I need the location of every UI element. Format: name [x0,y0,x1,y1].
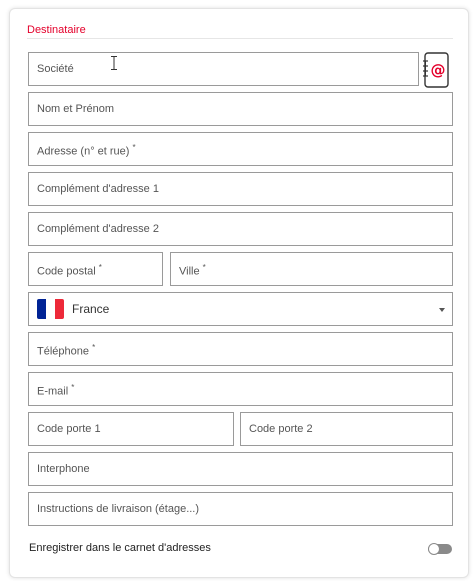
door-code-1-placeholder: Code porte 1 [37,423,101,435]
country-selected-value: France [72,302,110,316]
phone-placeholder: Téléphone * [37,343,96,358]
france-flag-icon [37,299,64,319]
toggle-knob [428,543,440,555]
address-complement-2-input[interactable]: Complément d'adresse 2 [28,212,453,246]
email-placeholder: E-mail * [37,383,75,398]
intercom-placeholder: Interphone [37,463,90,475]
intercom-input[interactable]: Interphone [28,452,453,486]
company-input[interactable]: Société [28,52,419,86]
door-code-2-placeholder: Code porte 2 [249,423,313,435]
address-complement-2-placeholder: Complément d'adresse 2 [37,223,159,235]
postal-code-input[interactable]: Code postal * [28,252,163,286]
section-divider [27,38,453,39]
city-input[interactable]: Ville * [170,252,453,286]
phone-input[interactable]: Téléphone * [28,332,453,366]
delivery-instructions-input[interactable]: Instructions de livraison (étage...) [28,492,453,526]
address-book-icon[interactable]: @ [422,51,450,89]
address-input[interactable]: Adresse (n° et rue) * [28,132,453,166]
section-title: Destinataire [27,24,86,36]
address-complement-1-placeholder: Complément d'adresse 1 [37,183,159,195]
address-complement-1-input[interactable]: Complément d'adresse 1 [28,172,453,206]
door-code-2-input[interactable]: Code porte 2 [240,412,453,446]
city-placeholder: Ville * [179,263,206,278]
save-to-address-book-toggle[interactable] [428,543,452,555]
door-code-1-input[interactable]: Code porte 1 [28,412,234,446]
address-placeholder: Adresse (n° et rue) * [37,143,136,158]
delivery-instructions-placeholder: Instructions de livraison (étage...) [37,503,200,515]
save-to-address-book-label: Enregistrer dans le carnet d'adresses [29,542,211,554]
text-cursor-icon [111,56,117,70]
svg-text:@: @ [431,61,446,79]
email-input[interactable]: E-mail * [28,372,453,406]
full-name-placeholder: Nom et Prénom [37,103,115,115]
company-placeholder: Société [37,63,74,75]
full-name-input[interactable]: Nom et Prénom [28,92,453,126]
chevron-down-icon [439,308,445,312]
country-select[interactable]: France [28,292,453,326]
postal-code-placeholder: Code postal * [37,263,102,278]
